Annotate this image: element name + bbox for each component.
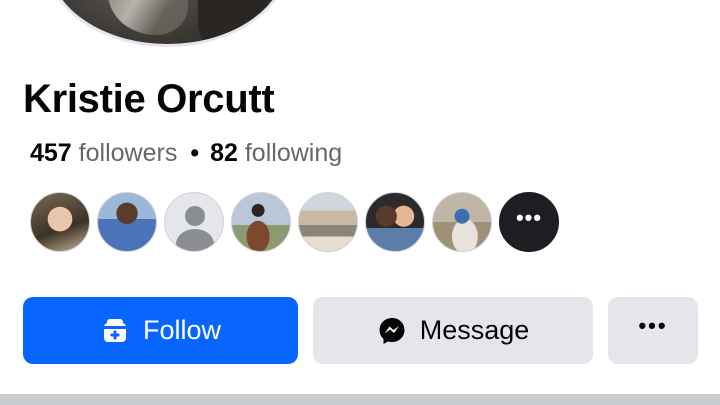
friend-avatar[interactable] [365, 192, 425, 252]
following-count[interactable]: 82 [210, 139, 238, 167]
follow-stats: 457 followers • 82 following [30, 137, 342, 169]
friend-avatar-default[interactable] [164, 192, 224, 252]
friend-avatar[interactable] [30, 192, 90, 252]
profile-name: Kristie Orcutt [23, 77, 275, 121]
section-divider [0, 394, 720, 405]
add-friend-icon [100, 316, 130, 346]
message-button[interactable]: Message [313, 297, 593, 364]
stats-separator: • [190, 139, 200, 167]
default-avatar-head-icon [185, 206, 205, 226]
follow-button[interactable]: Follow [23, 297, 298, 364]
following-label[interactable]: following [245, 139, 342, 167]
friend-avatar[interactable] [432, 192, 492, 252]
more-options-icon: ••• [638, 312, 668, 338]
followers-count[interactable]: 457 [30, 139, 72, 167]
profile-photo[interactable] [45, 0, 290, 47]
profile-photo-highlight [108, 0, 188, 35]
followers-label[interactable]: followers [79, 139, 178, 167]
message-label: Message [419, 315, 530, 345]
profile-photo-shadow [198, 0, 268, 44]
friend-avatar[interactable] [97, 192, 157, 252]
follow-label: Follow [142, 315, 222, 345]
more-friends-button[interactable]: ••• [499, 192, 559, 252]
more-options-button[interactable]: ••• [608, 297, 698, 364]
friend-avatar[interactable] [298, 192, 358, 252]
friend-avatar[interactable] [231, 192, 291, 252]
default-avatar-body-icon [176, 229, 214, 251]
more-friends-icon: ••• [515, 205, 543, 230]
messenger-icon [377, 316, 407, 346]
